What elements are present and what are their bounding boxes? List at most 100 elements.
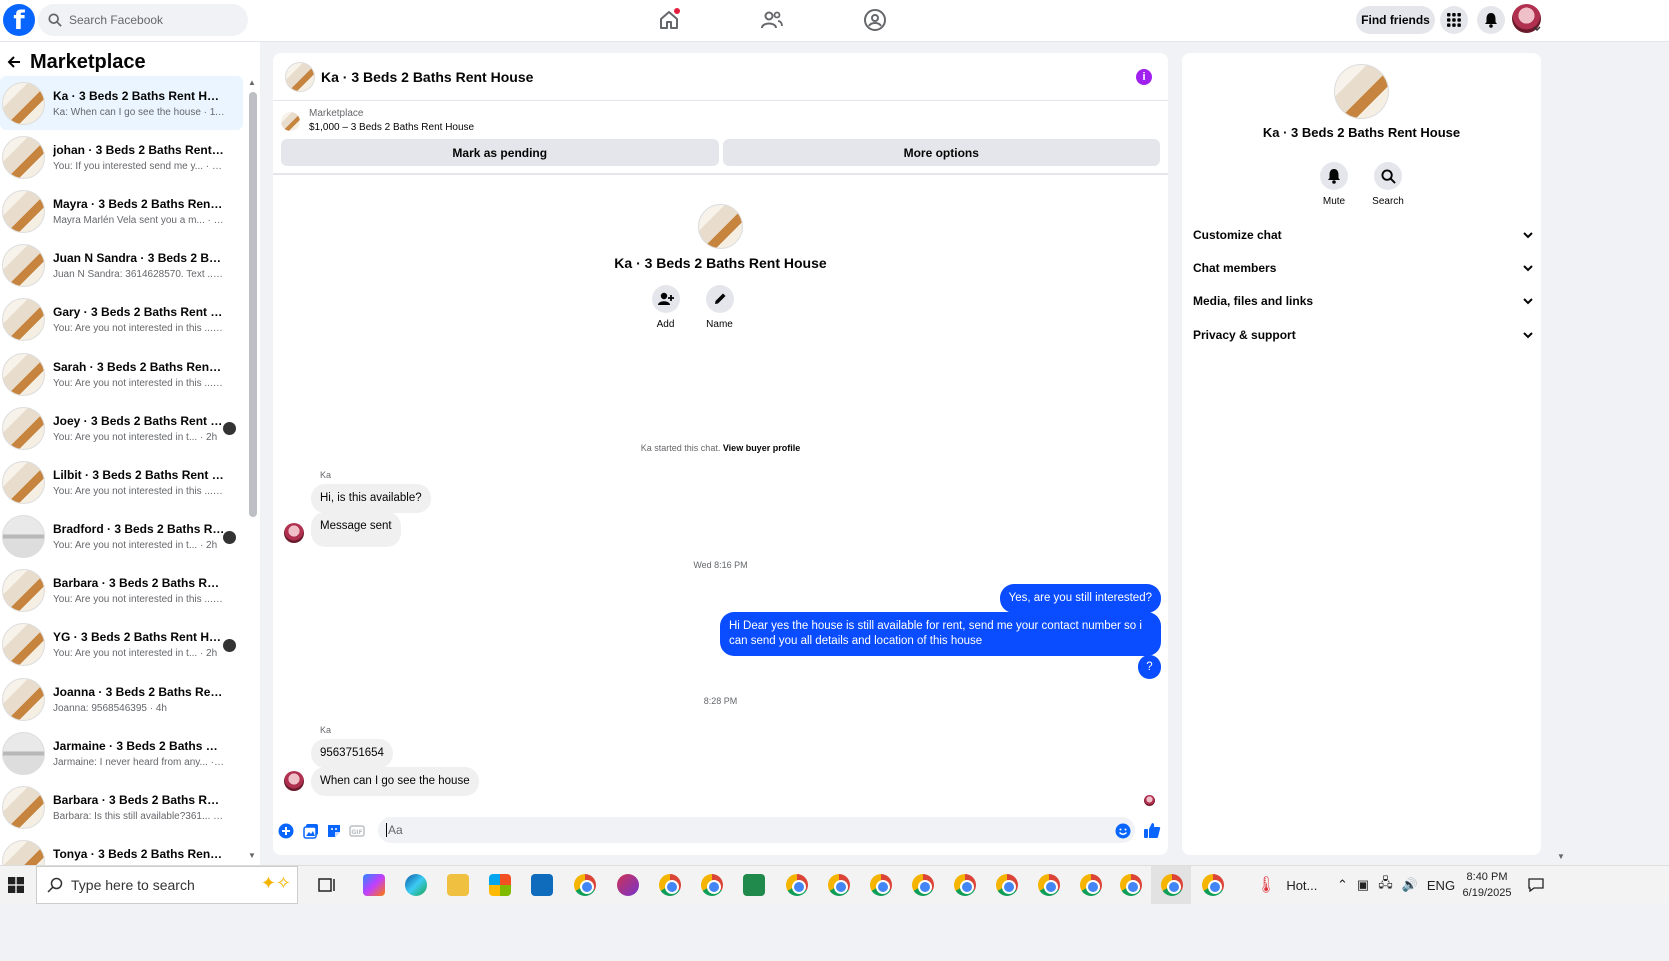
conversation-item[interactable]: Barbara · 3 Beds 2 Baths Rent H... Barbar… bbox=[0, 780, 243, 834]
chrome-icon[interactable] bbox=[828, 874, 850, 896]
chrome-icon[interactable] bbox=[1038, 874, 1060, 896]
search-label: Search bbox=[1372, 196, 1404, 207]
conversation-name: Lilbit · 3 Beds 2 Baths Rent House bbox=[53, 467, 225, 482]
name-chat-button[interactable]: Name bbox=[705, 285, 734, 330]
chrome-icon[interactable] bbox=[1120, 874, 1142, 896]
taskbar-search-input[interactable]: Type here to search ✦✧ bbox=[36, 866, 298, 904]
conversation-item[interactable]: Joanna · 3 Beds 2 Baths Rent H... Joanna:… bbox=[0, 672, 243, 726]
paint-icon[interactable] bbox=[617, 874, 639, 896]
outlook-icon[interactable] bbox=[531, 874, 553, 896]
weather-widget[interactable]: 🌡 Hot... bbox=[1256, 866, 1317, 904]
chrome-icon[interactable] bbox=[996, 874, 1018, 896]
listing-summary[interactable]: Marketplace $1,000 – 3 Beds 2 Baths Rent… bbox=[281, 107, 474, 135]
find-friends-button[interactable]: Find friends bbox=[1356, 6, 1435, 34]
conversation-item[interactable]: Mayra · 3 Beds 2 Baths Rent Ho... Mayra M… bbox=[0, 184, 243, 238]
task-view-icon[interactable] bbox=[316, 874, 338, 896]
sender-avatar[interactable] bbox=[284, 771, 304, 791]
conversation-item[interactable]: Jarmaine · 3 Beds 2 Baths Rent ... Jarmai… bbox=[0, 726, 243, 780]
privacy-support-section[interactable]: Privacy & support bbox=[1193, 328, 1533, 342]
scroll-up-icon[interactable]: ▲ bbox=[248, 78, 256, 87]
conversation-item[interactable]: Juan N Sandra · 3 Beds 2 Baths ... Juan N… bbox=[0, 239, 243, 293]
message-bubble-incoming[interactable]: Message sent bbox=[311, 512, 401, 547]
conversation-thumbnail bbox=[2, 298, 45, 342]
marketplace-sidebar: Marketplace Ka · 3 Beds 2 Baths Rent Hou… bbox=[0, 42, 260, 884]
search-facebook-input[interactable]: Search Facebook bbox=[38, 4, 248, 36]
conversation-item[interactable]: Sarah · 3 Beds 2 Baths Rent Ho... You: Ar… bbox=[0, 347, 243, 401]
message-timestamp: Wed 8:16 PM bbox=[693, 560, 748, 570]
conversation-item[interactable]: Joey · 3 Beds 2 Baths Rent Ho... You: Are… bbox=[0, 401, 243, 455]
scroll-down-icon[interactable]: ▼ bbox=[248, 851, 256, 860]
more-options-button[interactable]: More options bbox=[722, 139, 1160, 166]
notification-center-icon[interactable] bbox=[1528, 866, 1544, 904]
message-bubble-outgoing[interactable]: Yes, are you still interested? bbox=[999, 584, 1161, 613]
thumbs-up-icon[interactable] bbox=[1143, 821, 1161, 839]
back-arrow-icon[interactable] bbox=[6, 54, 22, 70]
chrome-icon[interactable] bbox=[574, 874, 596, 896]
media-files-links-section[interactable]: Media, files and links bbox=[1193, 294, 1533, 308]
home-icon[interactable] bbox=[657, 8, 681, 32]
notifications-bell-icon[interactable] bbox=[1477, 6, 1505, 34]
camera-icon[interactable]: ▣ bbox=[1357, 877, 1369, 893]
copilot-icon[interactable] bbox=[363, 874, 385, 896]
language-indicator[interactable]: ENG bbox=[1427, 878, 1455, 893]
microsoft-store-icon[interactable] bbox=[489, 874, 511, 896]
details-thumbnail[interactable] bbox=[1334, 64, 1389, 119]
chrome-icon[interactable] bbox=[954, 874, 976, 896]
friends-icon[interactable] bbox=[760, 8, 784, 32]
chat-listing-thumbnail[interactable] bbox=[285, 61, 315, 92]
page-scroll-down-icon[interactable]: ▼ bbox=[1557, 852, 1565, 861]
groups-icon[interactable] bbox=[863, 8, 887, 32]
message-bubble-outgoing[interactable]: ? bbox=[1138, 655, 1161, 679]
mark-as-pending-button[interactable]: Mark as pending bbox=[281, 139, 719, 166]
chrome-icon[interactable] bbox=[1202, 874, 1224, 896]
plus-circle-icon[interactable] bbox=[278, 823, 294, 839]
windows-start-icon[interactable] bbox=[0, 866, 32, 904]
conversation-item[interactable]: Lilbit · 3 Beds 2 Baths Rent House You: A… bbox=[0, 455, 243, 509]
conversation-preview: Barbara: Is this still available?361... … bbox=[53, 811, 225, 823]
chevron-up-icon[interactable]: ⌃ bbox=[1337, 877, 1348, 893]
emoji-icon[interactable] bbox=[1115, 823, 1131, 839]
mute-button[interactable]: Mute bbox=[1320, 162, 1348, 207]
sender-avatar[interactable] bbox=[284, 523, 304, 543]
taskbar-clock[interactable]: 8:40 PM 6/19/2025 bbox=[1457, 869, 1517, 901]
facebook-logo-icon[interactable]: f bbox=[3, 4, 35, 36]
conversation-item[interactable]: Gary · 3 Beds 2 Baths Rent House You: Are… bbox=[0, 293, 243, 347]
edge-browser-icon[interactable] bbox=[405, 874, 427, 896]
customize-chat-section[interactable]: Customize chat bbox=[1193, 228, 1533, 242]
view-buyer-profile-link[interactable]: View buyer profile bbox=[723, 443, 800, 453]
sticker-icon[interactable] bbox=[326, 823, 342, 839]
message-bubble-outgoing[interactable]: Hi Dear yes the house is still available… bbox=[720, 612, 1161, 656]
message-bubble-incoming[interactable]: When can I go see the house bbox=[311, 767, 479, 796]
photo-icon[interactable] bbox=[303, 823, 319, 839]
gif-icon[interactable]: GIF bbox=[349, 823, 365, 839]
chrome-icon[interactable] bbox=[870, 874, 892, 896]
conversation-item[interactable]: Ka · 3 Beds 2 Baths Rent House Ka: When c… bbox=[0, 76, 243, 131]
conversation-item[interactable]: johan · 3 Beds 2 Baths Rent Ho... You: If… bbox=[0, 130, 243, 184]
search-icon bbox=[1380, 168, 1396, 184]
message-bubble-incoming[interactable]: 9563751654 bbox=[311, 739, 393, 768]
search-in-chat-button[interactable]: Search bbox=[1372, 162, 1404, 207]
chrome-icon[interactable] bbox=[701, 874, 723, 896]
info-icon[interactable]: i bbox=[1136, 69, 1152, 85]
add-people-button[interactable]: Add bbox=[651, 285, 680, 330]
message-bubble-incoming[interactable]: Hi, is this available? bbox=[311, 484, 431, 513]
conversation-item[interactable]: Barbara · 3 Beds 2 Baths Rent H... You: A… bbox=[0, 564, 243, 618]
sidebar-scrollbar[interactable] bbox=[249, 92, 257, 517]
chrome-icon[interactable] bbox=[1080, 874, 1102, 896]
account-chevron-down-icon[interactable] bbox=[1533, 26, 1541, 32]
conversation-item[interactable]: YG · 3 Beds 2 Baths Rent House You: Are y… bbox=[0, 618, 243, 672]
network-icon[interactable]: 🖧 bbox=[1378, 874, 1393, 896]
chat-members-section[interactable]: Chat members bbox=[1193, 261, 1533, 275]
file-explorer-icon[interactable] bbox=[447, 874, 469, 896]
menu-grid-icon[interactable] bbox=[1440, 6, 1468, 34]
chrome-icon[interactable] bbox=[659, 874, 681, 896]
conversation-item[interactable]: Bradford · 3 Beds 2 Baths Ren... You: Are… bbox=[0, 510, 243, 564]
listing-price-title: $1,000 – 3 Beds 2 Baths Rent House bbox=[309, 122, 475, 133]
chrome-icon[interactable] bbox=[1161, 874, 1183, 896]
message-input[interactable]: Aa bbox=[378, 817, 1135, 843]
chrome-icon[interactable] bbox=[912, 874, 934, 896]
chat-title[interactable]: Ka · 3 Beds 2 Baths Rent House bbox=[321, 69, 533, 85]
sheets-icon[interactable] bbox=[743, 874, 765, 896]
chrome-icon[interactable] bbox=[786, 874, 808, 896]
volume-icon[interactable]: 🔊 bbox=[1402, 877, 1418, 893]
